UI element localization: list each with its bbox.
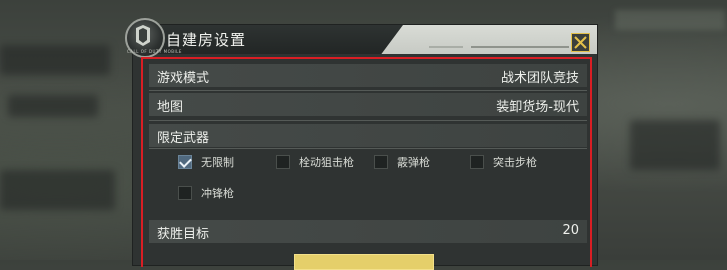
- divider: [149, 90, 587, 91]
- weapon-option-label: 无限制: [201, 156, 234, 169]
- weapon-option-smg[interactable]: 冲锋枪: [178, 184, 234, 202]
- background-panel-right: [615, 10, 725, 30]
- win-target-label: 获胜目标: [157, 227, 210, 242]
- weapon-option-label: 冲锋枪: [201, 187, 234, 200]
- checkbox-checked-icon: [178, 155, 192, 169]
- map-value: 装卸货场-现代: [496, 100, 579, 115]
- map-label: 地图: [157, 100, 184, 115]
- divider: [149, 148, 587, 149]
- custom-room-settings-dialog: 自建房设置 CALL OF DUTY MOBILE 游戏模式 战术团队竞技 地图…: [125, 18, 597, 270]
- weapon-restriction-label: 限定武器: [157, 131, 210, 146]
- weapon-restriction-row: 限定武器: [149, 124, 587, 147]
- background-panel-left-3: [0, 170, 115, 210]
- weapon-option-unlimited[interactable]: 无限制: [178, 153, 234, 171]
- checkbox-icon: [178, 186, 192, 200]
- weapon-option-bolt-sniper[interactable]: 栓动狙击枪: [276, 153, 354, 171]
- checkbox-icon: [470, 155, 484, 169]
- dialog-header: 自建房设置: [133, 25, 597, 54]
- weapon-option-label: 突击步枪: [493, 156, 537, 169]
- checkbox-icon: [374, 155, 388, 169]
- win-target-value: 20: [562, 223, 579, 238]
- close-icon: [574, 36, 587, 49]
- background-panel-left-2: [8, 95, 98, 117]
- game-mode-row[interactable]: 游戏模式 战术团队竞技: [149, 64, 587, 87]
- dialog-title: 自建房设置: [166, 31, 247, 49]
- weapon-option-assault-rifle[interactable]: 突击步枪: [470, 153, 537, 171]
- background-panel-left: [0, 45, 110, 75]
- weapon-option-shotgun[interactable]: 霰弹枪: [374, 153, 430, 171]
- game-mode-value: 战术团队竞技: [500, 71, 579, 86]
- checkbox-icon: [276, 155, 290, 169]
- weapon-option-label: 霰弹枪: [397, 156, 430, 169]
- background-panel-right-2: [630, 120, 720, 170]
- game-mode-label: 游戏模式: [157, 71, 210, 86]
- logo-text: CALL OF DUTY MOBILE: [127, 49, 182, 54]
- weapon-option-label: 栓动狙击枪: [299, 156, 354, 169]
- close-button[interactable]: [571, 33, 590, 52]
- map-row[interactable]: 地图 装卸货场-现代: [149, 93, 587, 116]
- settings-panel: 游戏模式 战术团队竞技 地图 装卸货场-现代 限定武器 无限制 栓动狙击枪 霰弹…: [141, 57, 592, 267]
- header-decor-line: [429, 46, 463, 48]
- win-target-row[interactable]: 获胜目标 20: [149, 220, 587, 243]
- weapon-options: 无限制 栓动狙击枪 霰弹枪 突击步枪 冲锋枪: [149, 153, 587, 211]
- header-decor-line: [471, 46, 569, 48]
- divider: [149, 120, 587, 121]
- confirm-button[interactable]: [294, 254, 434, 270]
